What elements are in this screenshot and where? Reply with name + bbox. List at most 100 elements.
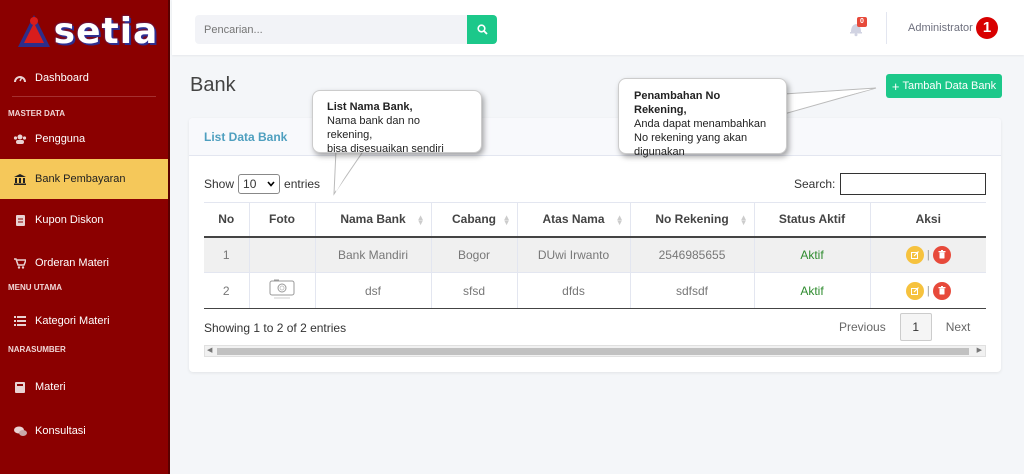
- sort-icon: ▲ ▼: [416, 213, 425, 227]
- user-name[interactable]: Administrator: [908, 22, 973, 34]
- table-info: Showing 1 to 2 of 2 entries: [204, 321, 347, 335]
- sidebar-heading-menu-utama: MENU UTAMA: [8, 282, 63, 292]
- column-header-atas-nama[interactable]: Atas Nama ▲ ▼: [517, 202, 631, 238]
- delete-button[interactable]: [932, 281, 951, 300]
- sidebar-item-dashboard[interactable]: Dashboard: [0, 58, 168, 98]
- column-header-cabang[interactable]: Cabang ▲ ▼: [431, 202, 518, 238]
- column-header-nama-bank[interactable]: Nama Bank ▲ ▼: [315, 202, 432, 238]
- cell-no-rekening: 2546985655: [630, 236, 755, 273]
- show-label: Show: [204, 177, 235, 191]
- cell-no-rekening: sdfsdf: [630, 272, 755, 309]
- sidebar-item-materi[interactable]: Materi: [0, 367, 168, 407]
- sidebar-item-label: Orderan Materi: [35, 257, 109, 269]
- horizontal-scrollbar[interactable]: ◀ ▶: [204, 345, 986, 357]
- column-header-status-aktif[interactable]: Status Aktif: [754, 202, 871, 238]
- callout-add-line: No rekening yang akan: [634, 132, 748, 144]
- sort-icon: ▲ ▼: [615, 213, 624, 227]
- plus-icon: +: [891, 78, 900, 94]
- sidebar-item-label: Materi: [35, 381, 66, 393]
- cell-nama-bank: dsf: [315, 272, 432, 309]
- avatar[interactable]: 1: [976, 17, 998, 39]
- callout-list-title: List Nama Bank,: [327, 101, 413, 113]
- scrollbar-thumb[interactable]: [217, 348, 969, 355]
- cell-cabang: Bogor: [431, 236, 518, 273]
- trash-icon: [938, 250, 946, 259]
- logo-mark-icon: [17, 15, 50, 47]
- topbar: 0 Administrator 1: [172, 0, 1024, 55]
- cell-atas-nama: DUwi Irwanto: [517, 236, 631, 273]
- sidebar-item-label: Bank Pembayaran: [35, 173, 126, 185]
- callout-add-line: Anda dapat menambahkan: [634, 118, 767, 130]
- file-icon: [13, 214, 27, 226]
- callout-list-info: List Nama Bank, Nama bank dan no rekenin…: [312, 90, 482, 155]
- column-header-foto[interactable]: Foto: [249, 202, 316, 238]
- sidebar-item-kategori-materi[interactable]: Kategori Materi: [0, 301, 168, 341]
- sidebar-item-orderan-materi[interactable]: Orderan Materi: [0, 243, 168, 283]
- cell-status-aktif: Aktif: [754, 236, 871, 273]
- table-search-input[interactable]: [840, 173, 987, 195]
- sidebar-item-pengguna[interactable]: Pengguna: [0, 121, 168, 157]
- chevron-down-icon: [267, 181, 275, 187]
- logo-text: setia: [53, 10, 159, 52]
- sidebar-item-label: Pengguna: [35, 133, 86, 145]
- callout-pointer-add: [780, 87, 877, 115]
- pagination-previous[interactable]: Previous: [839, 320, 886, 334]
- edit-button[interactable]: [905, 245, 924, 264]
- sidebar-item-label: Konsultasi: [35, 425, 86, 437]
- callout-add-info: Penambahan No Rekening, Anda dapat menam…: [618, 78, 787, 158]
- topbar-divider: [886, 12, 887, 44]
- tachometer-icon: [13, 72, 27, 84]
- callout-add-title: Penambahan No Rekening,: [634, 90, 721, 116]
- column-header-no-rekening[interactable]: No Rekening ▲ ▼: [630, 202, 755, 238]
- search-icon: [476, 24, 488, 35]
- edit-button[interactable]: [905, 281, 924, 300]
- sidebar-item-konsultasi[interactable]: Konsultasi: [0, 411, 168, 451]
- page-title: Bank: [190, 74, 236, 96]
- edit-icon: [910, 286, 919, 295]
- pagination-page-1[interactable]: 1: [899, 313, 932, 341]
- notification-badge: 0: [857, 17, 867, 27]
- trash-icon: [938, 286, 946, 295]
- pagination-next[interactable]: Next: [946, 320, 971, 334]
- cell-foto: [249, 272, 316, 309]
- sidebar-heading-narasumber: NARASUMBER: [8, 344, 66, 354]
- callout-list-line: bisa disesuaikan sendiri: [327, 143, 444, 155]
- column-header-aksi[interactable]: Aksi: [870, 202, 986, 238]
- delete-button[interactable]: [932, 245, 951, 264]
- sort-icon: ▲ ▼: [502, 213, 511, 227]
- search-input[interactable]: [195, 15, 467, 44]
- scroll-left-icon[interactable]: ◀: [207, 346, 212, 354]
- sort-icon: ▲ ▼: [739, 213, 748, 227]
- action-separator: |: [926, 284, 930, 297]
- card-title: List Data Bank: [189, 118, 1001, 156]
- sidebar-item-label: Kupon Diskon: [35, 214, 104, 226]
- cell-aksi: |: [870, 236, 986, 273]
- bank-list-card: List Data Bank Show 10 entries Search: N…: [189, 118, 1001, 372]
- cart-icon: [13, 257, 27, 269]
- cell-no: 2: [204, 272, 250, 309]
- add-bank-button[interactable]: + Tambah Data Bank: [886, 74, 1002, 98]
- sidebar-divider: [12, 96, 156, 97]
- sidebar-item-kupon-diskon[interactable]: Kupon Diskon: [0, 200, 168, 240]
- book-icon: [13, 381, 27, 393]
- entries-select[interactable]: 10: [238, 174, 281, 194]
- scroll-right-icon[interactable]: ▶: [977, 346, 982, 354]
- cell-status-aktif: Aktif: [754, 272, 871, 309]
- search-button[interactable]: [467, 15, 497, 44]
- sidebar-heading-master: MASTER DATA: [8, 108, 66, 118]
- callout-list-line: Nama bank dan no rekening,: [327, 115, 420, 141]
- logo[interactable]: setia: [0, 0, 168, 62]
- cell-no: 1: [204, 236, 250, 273]
- table-row: 2 dsf sfsd dfds sdfsdf Aktif |: [204, 272, 986, 309]
- table-row: 1 Bank Mandiri Bogor DUwi Irwanto 254698…: [204, 236, 986, 273]
- cell-foto: [249, 236, 316, 273]
- cell-nama-bank: Bank Mandiri: [315, 236, 432, 273]
- sidebar-item-bank-pembayaran[interactable]: Bank Pembayaran: [0, 159, 168, 199]
- edit-icon: [910, 250, 919, 259]
- sidebar: setia Dashboard MASTER DATA Pengguna Ban…: [0, 0, 170, 474]
- add-bank-label: Tambah Data Bank: [902, 80, 997, 92]
- callout-add-line: digunakan: [634, 146, 685, 158]
- column-header-no[interactable]: No: [204, 202, 250, 238]
- sidebar-item-label: Kategori Materi: [35, 315, 110, 327]
- table-search-label: Search:: [794, 177, 836, 191]
